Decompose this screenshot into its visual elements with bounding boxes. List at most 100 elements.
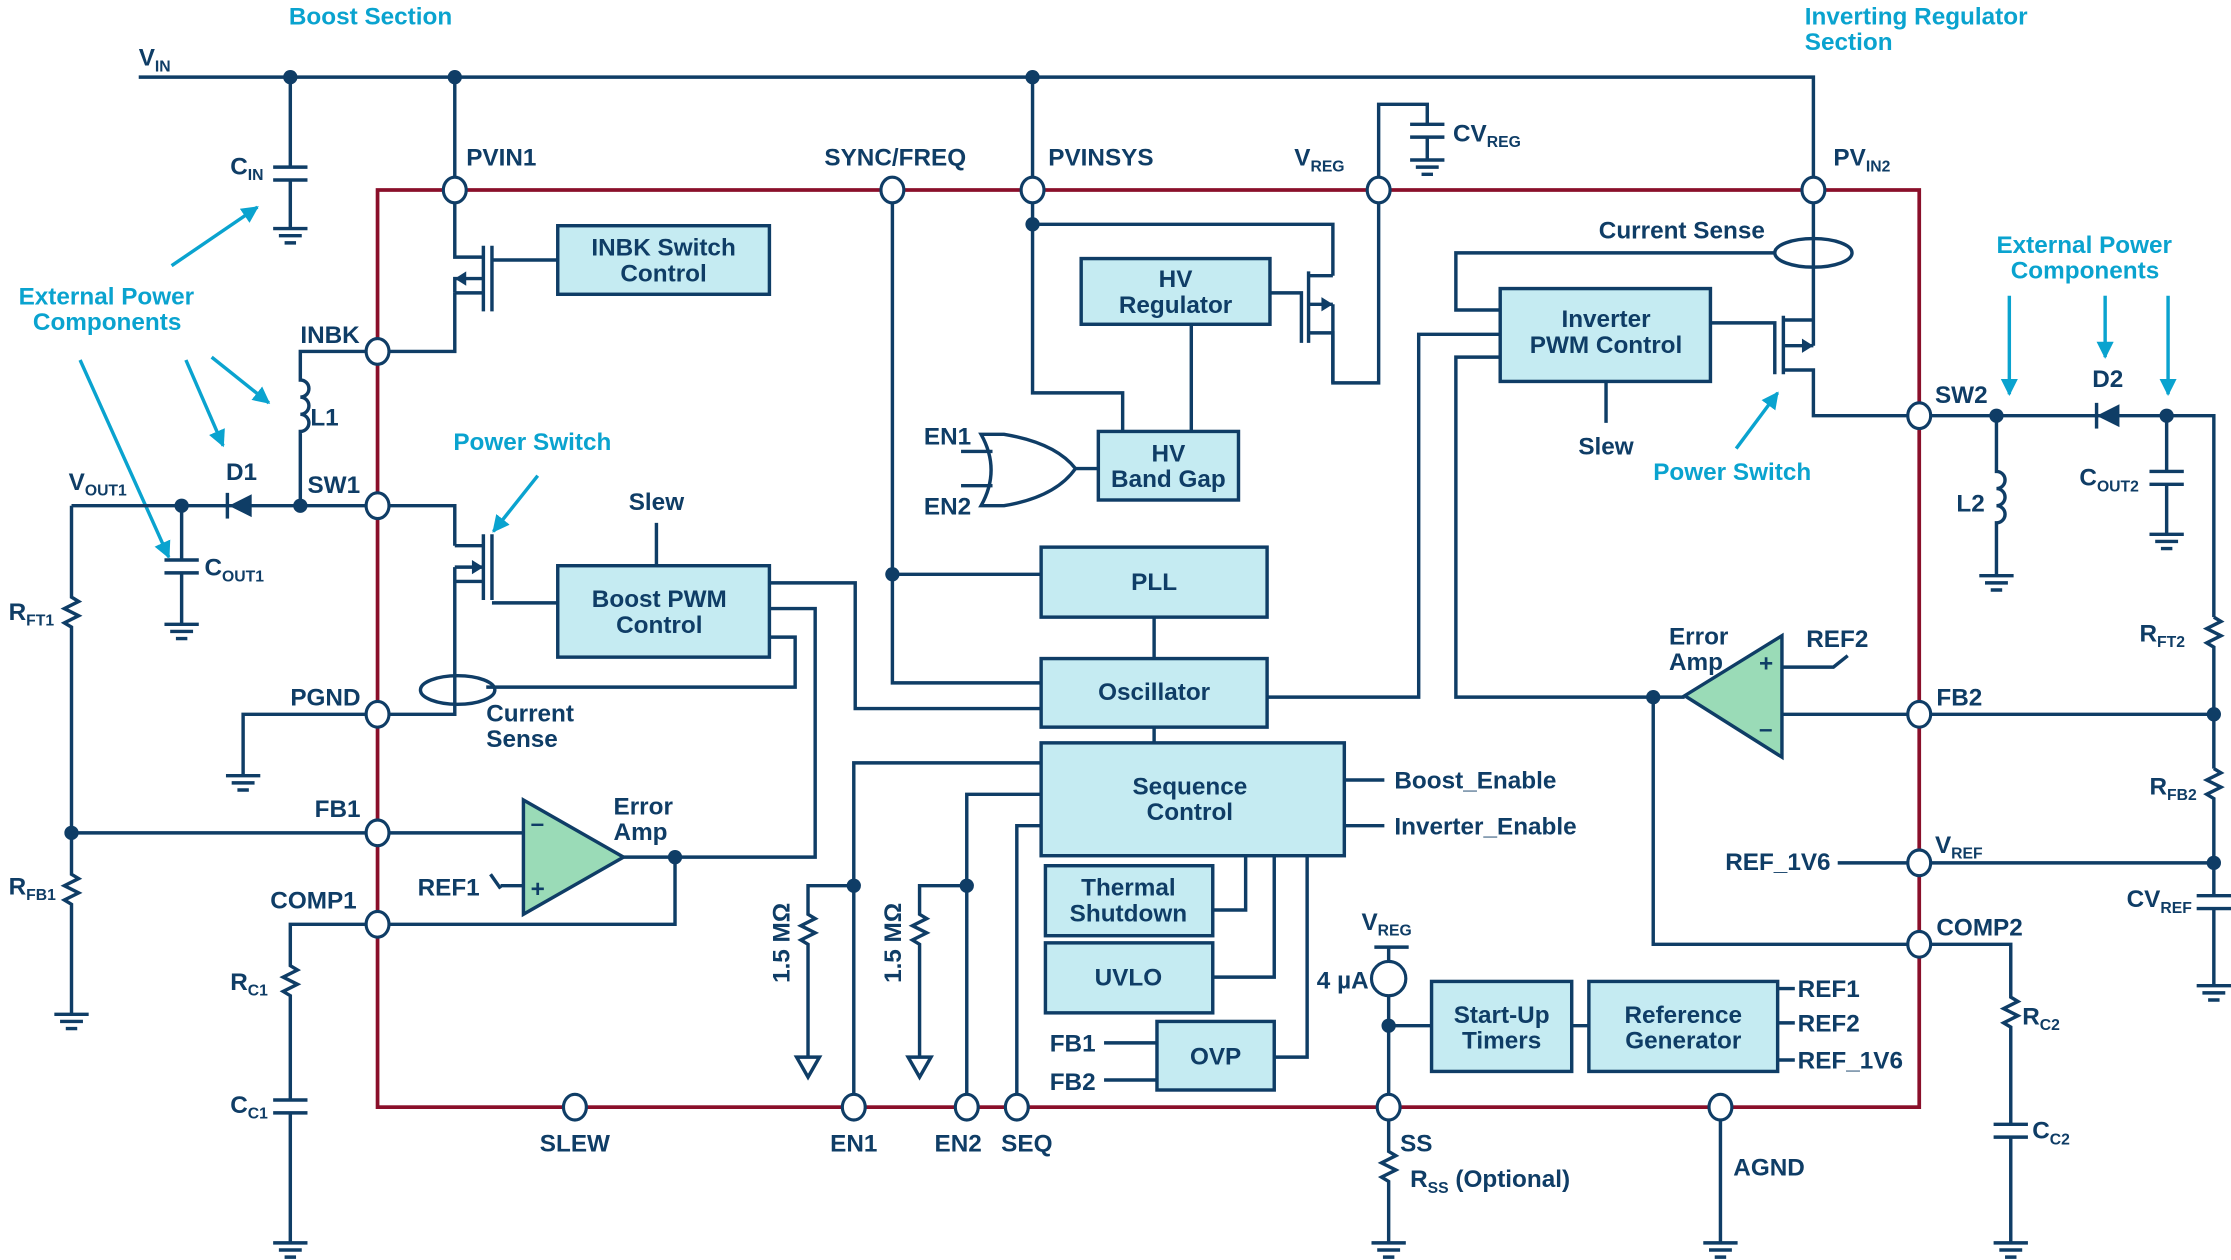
svg-text:INBK: INBK bbox=[300, 322, 360, 349]
pin-pvin2: PVIN2 bbox=[1800, 145, 1891, 205]
svg-text:Timers: Timers bbox=[1462, 1028, 1541, 1055]
svg-text:HV: HV bbox=[1159, 266, 1194, 293]
svg-text:VIN: VIN bbox=[139, 45, 171, 76]
pin-ss: SS RSS (Optional) bbox=[1371, 1092, 1570, 1259]
power-switch-left-arrow bbox=[492, 474, 540, 533]
vout1-label: VOUT1 bbox=[69, 469, 127, 500]
svg-text:L1: L1 bbox=[310, 405, 338, 432]
power-switch-right-label: Power Switch bbox=[1653, 459, 1811, 486]
or-gate: EN1 EN2 bbox=[924, 423, 1099, 520]
svg-text:+: + bbox=[531, 876, 545, 903]
svg-text:UVLO: UVLO bbox=[1095, 965, 1162, 992]
svg-text:L2: L2 bbox=[1956, 490, 1984, 517]
pin-sw1: SW1 bbox=[71, 472, 457, 546]
svg-text:AGND: AGND bbox=[1733, 1155, 1805, 1182]
svg-text:PVINSYS: PVINSYS bbox=[1048, 145, 1153, 172]
svg-text:EN2: EN2 bbox=[935, 1130, 982, 1157]
svg-text:SW1: SW1 bbox=[307, 472, 360, 499]
svg-text:SLEW: SLEW bbox=[540, 1130, 610, 1157]
svg-text:PWM Control: PWM Control bbox=[1530, 332, 1682, 359]
svg-text:+: + bbox=[1759, 650, 1773, 677]
ext-power-left-2: Components bbox=[33, 309, 181, 336]
svg-text:SW2: SW2 bbox=[1935, 382, 1988, 409]
svg-text:RFT1: RFT1 bbox=[9, 599, 55, 630]
svg-text:Sense: Sense bbox=[486, 726, 558, 753]
svg-text:OVP: OVP bbox=[1190, 1043, 1241, 1070]
svg-text:FB2: FB2 bbox=[1936, 685, 1982, 712]
svg-text:Oscillator: Oscillator bbox=[1098, 679, 1211, 706]
svg-text:Shutdown: Shutdown bbox=[1070, 900, 1187, 927]
svg-text:–: – bbox=[531, 810, 545, 837]
rft2-resistor: RFT2 bbox=[2139, 615, 2225, 769]
pin-sync-freq: SYNC/FREQ bbox=[824, 145, 966, 205]
svg-text:Amp: Amp bbox=[614, 819, 668, 846]
svg-text:1.5 MΩ: 1.5 MΩ bbox=[880, 903, 907, 983]
svg-text:Boost PWM: Boost PWM bbox=[592, 586, 727, 613]
pin-pgnd: PGND bbox=[225, 685, 391, 792]
svg-text:REF_1V6: REF_1V6 bbox=[1725, 849, 1830, 876]
svg-text:CVREF: CVREF bbox=[2127, 886, 2193, 917]
svg-text:VREG: VREG bbox=[1361, 909, 1411, 940]
ext-power-right-1: External Power bbox=[1996, 232, 2172, 259]
svg-text:VREG: VREG bbox=[1294, 145, 1344, 176]
svg-text:PVIN2: PVIN2 bbox=[1833, 145, 1890, 176]
svg-text:COMP2: COMP2 bbox=[1936, 915, 2022, 942]
cout1-capacitor: COUT1 bbox=[164, 505, 265, 641]
svg-text:4 µA: 4 µA bbox=[1317, 968, 1369, 995]
ext-power-left-1: External Power bbox=[19, 283, 195, 310]
inverting-section-title-1: Inverting Regulator bbox=[1805, 3, 2028, 30]
svg-text:COUT1: COUT1 bbox=[205, 555, 265, 586]
power-switch-right-arrow bbox=[1734, 391, 1780, 450]
svg-text:CC1: CC1 bbox=[230, 1092, 268, 1123]
svg-text:Control: Control bbox=[1147, 799, 1233, 826]
svg-text:Reference: Reference bbox=[1625, 1002, 1743, 1029]
svg-text:RFT2: RFT2 bbox=[2139, 620, 2185, 651]
svg-text:Error: Error bbox=[1669, 623, 1729, 650]
svg-text:REF_1V6: REF_1V6 bbox=[1798, 1048, 1903, 1075]
svg-text:RSS (Optional): RSS (Optional) bbox=[1410, 1166, 1570, 1197]
svg-text:Start-Up: Start-Up bbox=[1454, 1002, 1550, 1029]
svg-text:COUT2: COUT2 bbox=[2079, 465, 2139, 496]
svg-text:D1: D1 bbox=[226, 459, 257, 486]
cout2-capacitor: COUT2 bbox=[2079, 415, 2184, 551]
svg-text:EN1: EN1 bbox=[924, 423, 971, 450]
svg-text:Generator: Generator bbox=[1625, 1028, 1742, 1055]
slew-boost-label: Slew bbox=[629, 489, 684, 516]
svg-text:REF2: REF2 bbox=[1798, 1010, 1860, 1037]
svg-text:SEQ: SEQ bbox=[1001, 1130, 1052, 1157]
svg-text:PLL: PLL bbox=[1131, 569, 1177, 596]
svg-text:PGND: PGND bbox=[290, 685, 360, 712]
svg-text:RFB2: RFB2 bbox=[2149, 773, 2197, 804]
inverter-enable-label: Inverter_Enable bbox=[1394, 813, 1576, 840]
svg-text:Control: Control bbox=[620, 260, 706, 287]
pin-fb2: FB2 bbox=[1906, 685, 2221, 729]
slew-inv-label: Slew bbox=[1578, 433, 1633, 460]
pin-comp1: COMP1 RC1 CC1 bbox=[230, 888, 391, 1259]
rft1-resistor: RFT1 bbox=[9, 505, 83, 840]
svg-text:SS: SS bbox=[1400, 1130, 1432, 1157]
ref1-label: REF1 bbox=[418, 875, 480, 902]
svg-text:EN2: EN2 bbox=[924, 493, 971, 520]
svg-text:EN1: EN1 bbox=[830, 1130, 877, 1157]
ext-power-right-arrows bbox=[2000, 295, 2177, 396]
d2-diode: D2 bbox=[2092, 366, 2123, 429]
l2-inductor: L2 bbox=[1956, 415, 2014, 592]
boost-enable-label: Boost_Enable bbox=[1394, 768, 1556, 795]
d1-diode: D1 bbox=[225, 459, 257, 519]
rfb1-resistor: RFB1 bbox=[9, 832, 89, 1031]
hv-pass-transistor bbox=[1271, 271, 1335, 383]
svg-text:FB2: FB2 bbox=[1050, 1069, 1096, 1096]
inbk-switch bbox=[388, 202, 558, 354]
svg-text:Current: Current bbox=[486, 700, 574, 727]
boost-section-title: Boost Section bbox=[289, 3, 452, 30]
ext-power-right-2: Components bbox=[2011, 258, 2159, 285]
pin-vreg: VREG CVREG bbox=[1294, 102, 1521, 205]
svg-text:SYNC/FREQ: SYNC/FREQ bbox=[824, 145, 966, 172]
svg-text:–: – bbox=[1759, 716, 1773, 743]
inverting-section-title-2: Section bbox=[1805, 29, 1893, 56]
svg-text:FB1: FB1 bbox=[315, 796, 361, 823]
current-source: VREG 4 µA bbox=[1317, 909, 1432, 1095]
svg-text:REF1: REF1 bbox=[1798, 976, 1860, 1003]
svg-text:Control: Control bbox=[616, 612, 702, 639]
svg-text:PVIN1: PVIN1 bbox=[466, 145, 536, 172]
